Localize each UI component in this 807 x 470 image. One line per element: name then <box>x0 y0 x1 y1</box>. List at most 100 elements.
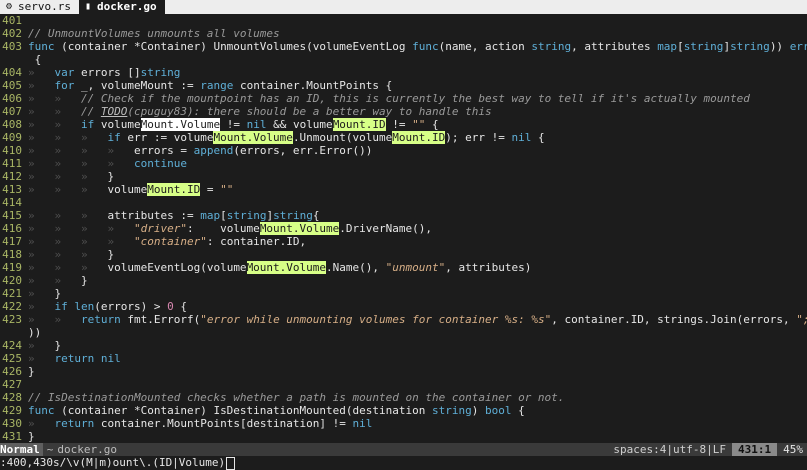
code-line[interactable]: 422 » if len(errors) > 0 { <box>0 300 807 313</box>
line-text: » » » volumeMount.ID = "" <box>28 183 234 196</box>
tab-servo-rs[interactable]: ⚙ servo.rs <box>0 0 79 14</box>
status-filename: docker.go <box>57 443 117 456</box>
code-line[interactable]: 405 » for _, volumeMount := range contain… <box>0 79 807 92</box>
tab-bar: ⚙ servo.rs ▮ docker.go <box>0 0 807 14</box>
line-number: 421 <box>2 287 22 300</box>
command-line[interactable]: :400,430s/\v(M|m)ount\.(ID|Volume) <box>0 456 807 470</box>
line-number: 402 <box>2 27 22 40</box>
line-number: 406 <box>2 92 22 105</box>
line-number: 426 <box>2 365 22 378</box>
line-number: 408 <box>2 118 22 131</box>
code-line[interactable]: 430 » return container.MountPoints[destin… <box>0 417 807 430</box>
line-number <box>0 326 28 339</box>
line-text: » » return fmt.Errorf("error while unmou… <box>28 313 807 326</box>
line-text: » » » if err := volumeMount.Volume.Unmou… <box>28 131 545 144</box>
line-text: » » } <box>28 274 88 287</box>
line-number: 417 <box>2 235 22 248</box>
code-line[interactable]: 421 » } <box>0 287 807 300</box>
line-number: 407 <box>2 105 22 118</box>
scroll-percent: 45% <box>777 443 807 456</box>
line-text: » return nil <box>28 352 121 365</box>
code-line[interactable]: 427 <box>0 378 807 391</box>
line-number: 420 <box>2 274 22 287</box>
tab-docker-go[interactable]: ▮ docker.go <box>78 0 165 14</box>
code-line[interactable]: 415 » » » attributes := map[string]string… <box>0 209 807 222</box>
line-number: 423 <box>2 313 22 326</box>
file-icon: ▮ <box>84 1 91 12</box>
code-line[interactable]: 412 » » » } <box>0 170 807 183</box>
line-text: » for _, volumeMount := range container.… <box>28 79 393 92</box>
line-number: 431 <box>2 430 22 443</box>
code-line[interactable]: 428 // IsDestinationMounted checks whethe… <box>0 391 807 404</box>
line-text: // UnmountVolumes unmounts all volumes <box>28 27 280 40</box>
code-line[interactable]: 431} <box>0 430 807 443</box>
mode-indicator: Normal <box>0 443 43 456</box>
line-number: 416 <box>2 222 22 235</box>
line-number: 403 <box>2 40 22 53</box>
command-text: :400,430s/\v(M|m)ount\.(ID|Volume) <box>0 456 226 469</box>
code-line[interactable]: 406 » » // Check if the mountpoint has an… <box>0 92 807 105</box>
line-text: » » // Check if the mountpoint has an ID… <box>28 92 750 105</box>
code-line[interactable]: 416 » » » » "driver": volumeMount.Volume.… <box>0 222 807 235</box>
code-line[interactable]: 404 » var errors []string <box>0 66 807 79</box>
line-number: 401 <box>2 14 22 27</box>
code-line[interactable]: 408 » » if volumeMount.Volume != nil && v… <box>0 118 807 131</box>
code-line[interactable]: 429 func (container *Container) IsDestina… <box>0 404 807 417</box>
line-text: » » » » continue <box>28 157 187 170</box>
code-line[interactable]: 403 func (container *Container) UnmountVo… <box>0 40 807 53</box>
code-line[interactable]: 411 » » » » continue <box>0 157 807 170</box>
line-number: 404 <box>2 66 22 79</box>
line-number: 430 <box>2 417 22 430</box>
code-line[interactable]: 414 <box>0 196 807 209</box>
code-line[interactable]: 419 » » » volumeEventLog(volumeMount.Volu… <box>0 261 807 274</box>
line-text: » var errors []string <box>28 66 181 79</box>
line-text: » » » } <box>28 170 115 183</box>
code-line[interactable]: 410 » » » » errors = append(errors, err.E… <box>0 144 807 157</box>
line-text: » » » attributes := map[string]string{ <box>28 209 320 222</box>
code-line[interactable]: 402 // UnmountVolumes unmounts all volume… <box>0 27 807 40</box>
code-line[interactable]: 425 » return nil <box>0 352 807 365</box>
line-text: } <box>28 365 35 378</box>
line-text: » » » » errors = append(errors, err.Erro… <box>28 144 373 157</box>
line-text: // IsDestinationMounted checks whether a… <box>28 391 565 404</box>
code-line[interactable]: 420 » » } <box>0 274 807 287</box>
line-number: 419 <box>2 261 22 274</box>
code-line[interactable]: 409 » » » if err := volumeMount.Volume.Un… <box>0 131 807 144</box>
line-text: » » » » "driver": volumeMount.Volume.Dri… <box>28 222 433 235</box>
code-line[interactable]: 423 » » return fmt.Errorf("error while un… <box>0 313 807 326</box>
line-text: } <box>28 430 35 443</box>
line-text: » return container.MountPoints[destinati… <box>28 417 373 430</box>
status-line: Normal ~ docker.go spaces:4|utf-8|LF 431:1… <box>0 443 807 456</box>
line-number: 413 <box>2 183 22 196</box>
line-text: » » » volumeEventLog(volumeMount.Volume.… <box>28 261 532 274</box>
line-number: 414 <box>2 196 22 209</box>
code-line[interactable]: 407 » » // TODO(cpuguy83): there should b… <box>0 105 807 118</box>
line-text: )) <box>28 326 42 339</box>
line-text: » » » » "container": container.ID, <box>28 235 307 248</box>
line-number: 424 <box>2 339 22 352</box>
line-text: » » // TODO(cpuguy83): there should be a… <box>28 105 492 118</box>
code-line[interactable]: { <box>0 53 807 66</box>
line-number: 425 <box>2 352 22 365</box>
line-number <box>0 53 28 66</box>
line-number: 410 <box>2 144 22 157</box>
code-line[interactable]: 418 » » » } <box>0 248 807 261</box>
line-text: » » » } <box>28 248 115 261</box>
gear-icon: ⚙ <box>5 1 13 12</box>
code-editor[interactable]: 401 402 // UnmountVolumes unmounts all vol… <box>0 14 807 443</box>
command-cursor <box>226 456 236 470</box>
code-line[interactable]: 426} <box>0 365 807 378</box>
line-number: 409 <box>2 131 22 144</box>
code-line[interactable]: 417 » » » » "container": container.ID, <box>0 235 807 248</box>
code-line[interactable]: 413 » » » volumeMount.ID = "" <box>0 183 807 196</box>
line-text: func (container *Container) IsDestinatio… <box>28 404 525 417</box>
tab-label: docker.go <box>96 0 157 13</box>
line-number: 429 <box>2 404 22 417</box>
line-text: » } <box>28 287 62 300</box>
code-line[interactable]: 401 <box>0 14 807 27</box>
code-line[interactable]: )) <box>0 326 807 339</box>
line-text: » » if volumeMount.Volume != nil && volu… <box>28 118 439 131</box>
code-line[interactable]: 424 » } <box>0 339 807 352</box>
status-right: spaces:4|utf-8|LF 431:1 45% <box>613 443 807 456</box>
tab-label: servo.rs <box>18 0 71 13</box>
